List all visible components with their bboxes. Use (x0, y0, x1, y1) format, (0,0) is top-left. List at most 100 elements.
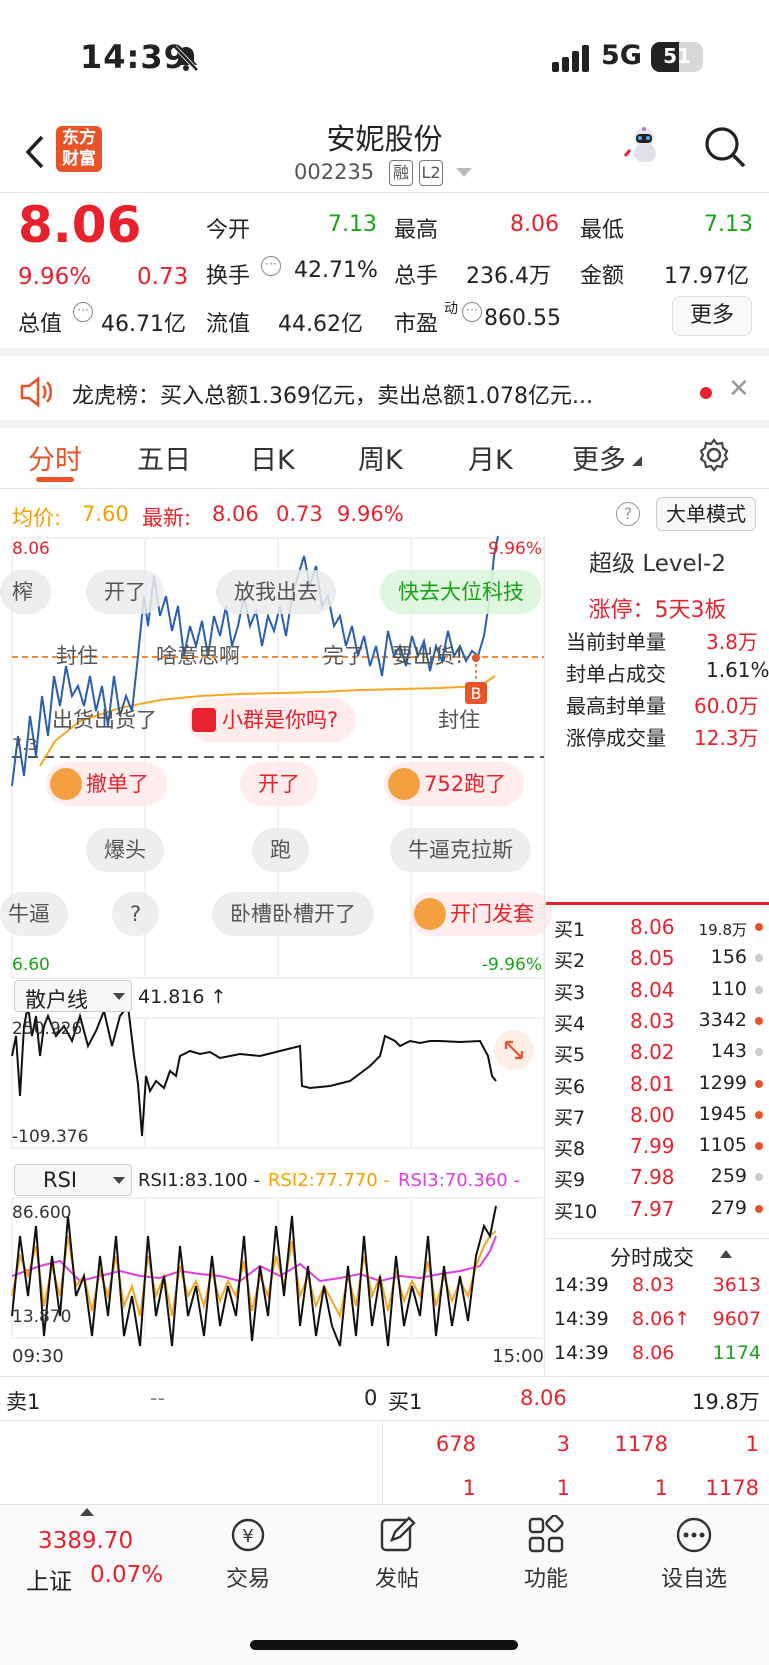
level2-panel: 超级 Level-2 涨停：5天3板 当前封单量 3.8万 封单占成交 1.61… (546, 536, 769, 904)
robot-assistant-icon[interactable] (622, 124, 666, 168)
chart-ymax: 8.06 (12, 539, 50, 559)
bid-dot (755, 1204, 763, 1213)
pe-label: 市盈 (394, 312, 439, 337)
danmu-bubble[interactable]: 开了 (240, 762, 318, 806)
chevron-up-icon[interactable] (720, 1250, 732, 1258)
change-value: 0.73 (137, 264, 189, 290)
tab-daily-k[interactable]: 日K (250, 438, 295, 477)
tab-five-day[interactable]: 五日 (137, 438, 191, 477)
danmu-bubble[interactable]: 封住 (420, 698, 498, 742)
level2-badge: L2 (419, 160, 443, 186)
search-icon[interactable] (702, 124, 748, 170)
grid-icon (528, 1515, 564, 1553)
danmu-bubble[interactable]: 跑 (252, 828, 309, 872)
bid-row[interactable]: 买6 8.01 1299 (546, 1069, 769, 1099)
rsi1-line (11, 1205, 497, 1347)
sub1-bottom: -109.376 (12, 1127, 88, 1147)
bid-label: 买4 (554, 1012, 586, 1035)
bid-price: 8.04 (630, 977, 675, 1002)
tab-intraday[interactable]: 分时 (28, 438, 82, 477)
seal-volume-label: 当前封单量 (566, 630, 666, 654)
bid-volume: 19.8万 (698, 921, 747, 939)
bid-row[interactable]: 买8 7.99 1105 (546, 1131, 769, 1161)
pe-value: 860.55 (484, 306, 561, 331)
danmu-bubble[interactable]: 榨 (0, 570, 51, 614)
tab-weekly-k[interactable]: 周K (358, 438, 403, 477)
bid-price: 7.97 (630, 1196, 675, 1221)
danmu-bubble[interactable]: 啥意思啊 (138, 634, 258, 678)
big-order-mode-button[interactable]: 大单模式 (656, 497, 756, 531)
tab-monthly-k[interactable]: 月K (468, 438, 513, 477)
close-icon[interactable]: ✕ (728, 374, 750, 404)
info-icon[interactable]: ··· (73, 302, 93, 322)
quote-cell: 3 (556, 1432, 570, 1456)
index-name[interactable]: 上证 (26, 1562, 72, 1596)
bid-label: 买5 (554, 1044, 586, 1067)
tick-title: 分时成交 (610, 1246, 694, 1270)
active-tab-indicator (36, 477, 74, 482)
nav-add-watchlist[interactable]: 设自选 (644, 1515, 744, 1593)
danmu-bubble[interactable]: 完了 (305, 634, 383, 678)
margin-badge: 融 (389, 160, 413, 186)
bid-row[interactable]: 买4 8.03 3342 (546, 1006, 769, 1036)
volume-label: 总手 (394, 264, 439, 289)
news-ticker[interactable]: 龙虎榜：买入总额1.369亿元，卖出总额1.078亿元... ✕ (0, 356, 769, 428)
danmu-bubble[interactable]: 快去大位科技 (380, 570, 542, 614)
volume-value: 236.4万 (466, 264, 551, 289)
index-pct[interactable]: 0.07% (90, 1562, 163, 1588)
news-text[interactable]: 龙虎榜：买入总额1.369亿元，卖出总额1.078亿元... (72, 378, 672, 410)
bid-volume: 259 (710, 1165, 747, 1188)
mcap-label: 总值 (18, 312, 63, 337)
bid-row[interactable]: 买7 8.00 1945 (546, 1100, 769, 1130)
nav-post[interactable]: 发帖 (347, 1515, 447, 1593)
danmu-bubble[interactable]: 牛逼克拉斯 (390, 828, 531, 872)
indicator-select-2[interactable]: RSI (14, 1164, 132, 1196)
bid-row[interactable]: 买1 8.06 19.8万 (546, 912, 769, 942)
danmu-bubble[interactable]: 封住 (38, 634, 116, 678)
dropdown-icon[interactable] (456, 168, 472, 178)
bid-row[interactable]: 买3 8.04 110 (546, 975, 769, 1005)
tick-row: 14:39 8.06↑ 9607 (546, 1306, 769, 1336)
chevron-up-icon[interactable] (80, 1508, 94, 1516)
danmu-bubble[interactable]: 要出货! (374, 634, 481, 678)
bid-row[interactable]: 买5 8.02 143 (546, 1037, 769, 1067)
index-value[interactable]: 3389.70 (38, 1528, 133, 1554)
cow-avatar-icon (50, 768, 82, 800)
bid-row[interactable]: 买2 8.05 156 (546, 943, 769, 973)
info-icon[interactable]: ··· (462, 302, 482, 322)
bid-dot (755, 1048, 763, 1057)
cow-avatar-icon (414, 898, 446, 930)
info-icon[interactable]: ··· (261, 256, 281, 276)
bid-price: 8.01 (630, 1071, 675, 1096)
danmu-bubble[interactable]: ? (112, 892, 160, 936)
settings-gear-icon[interactable] (697, 438, 731, 472)
bid-row[interactable]: 买10 7.97 279 (546, 1194, 769, 1224)
tab-more-arrow-icon (632, 456, 642, 466)
nav-trade[interactable]: ¥ 交易 (198, 1515, 298, 1593)
tick-volume: 3613 (712, 1274, 761, 1296)
low-label: 最低 (580, 218, 625, 243)
bid-row[interactable]: 买9 7.98 259 (546, 1162, 769, 1192)
expand-icon[interactable] (494, 1030, 534, 1070)
bid-price: 7.98 (630, 1165, 675, 1190)
danmu-bubble[interactable]: 放我出去 (216, 570, 336, 614)
more-button[interactable]: 更多 (672, 296, 752, 336)
danmu-bubble[interactable]: 爆头 (86, 828, 164, 872)
latest-label: 最新: (142, 506, 192, 530)
danmu-bubble[interactable]: 出货出货了 (34, 698, 175, 742)
tab-more[interactable]: 更多 (572, 438, 626, 477)
indicator-select-1[interactable]: 散户线 (14, 980, 132, 1012)
danmu-bubble[interactable]: 开了 (86, 570, 164, 614)
danmu-bubble[interactable]: 牛逼 (0, 892, 68, 936)
limit-volume-label: 涨停成交量 (566, 726, 666, 750)
help-icon[interactable]: ? (616, 502, 640, 526)
nav-functions[interactable]: 功能 (496, 1515, 596, 1593)
level2-title: 超级 Level-2 (589, 551, 726, 577)
mcap-value: 46.71亿 (101, 312, 186, 337)
bid-dot (755, 954, 763, 963)
more-dots-icon (676, 1517, 712, 1553)
danmu-bubble[interactable]: 卧槽卧槽开了 (212, 892, 374, 936)
change-pct: 9.96% (18, 264, 92, 290)
bid-price: 8.05 (630, 946, 675, 971)
seal-volume-value: 3.8万 (706, 630, 758, 654)
